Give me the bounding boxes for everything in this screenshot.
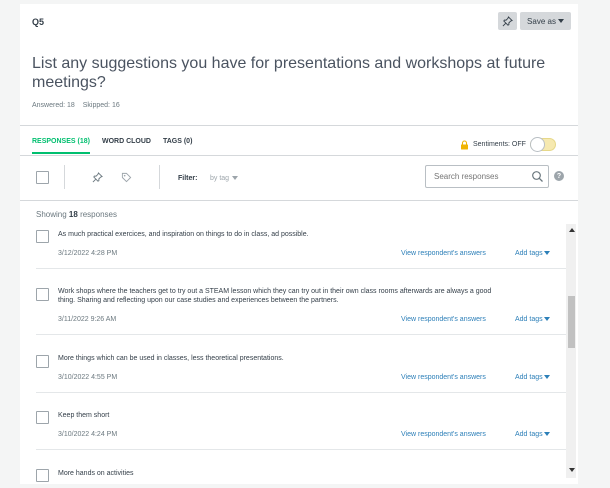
question-title: List any suggestions you have for presen… <box>32 55 546 91</box>
add-tags-label: Add tags <box>515 431 543 438</box>
row-divider <box>36 268 566 269</box>
scroll-thumb[interactable] <box>568 296 575 348</box>
save-as-button[interactable]: Save as <box>520 12 571 30</box>
showing-prefix: Showing <box>36 210 67 219</box>
view-respondent-link[interactable]: View respondent's answers <box>401 250 486 257</box>
response-text: As much practical exercices, and inspira… <box>58 231 309 238</box>
add-tags-label: Add tags <box>515 250 543 257</box>
response-checkbox[interactable] <box>36 411 49 424</box>
row-divider <box>36 449 566 450</box>
response-checkbox[interactable] <box>36 355 49 368</box>
caret-down-icon <box>543 432 550 437</box>
question-card: Q5 Save as List any suggestions you have… <box>20 4 578 484</box>
tab-responses[interactable]: RESPONSES (18) <box>32 138 90 154</box>
response-text: Keep them short <box>58 412 110 419</box>
toolbar-separator <box>64 165 65 189</box>
divider <box>20 125 578 126</box>
answered-count: Answered: 18 <box>32 102 75 109</box>
sentiments-label: Sentiments: OFF <box>473 141 526 148</box>
filter-label: Filter: <box>178 175 198 182</box>
response-date: 3/11/2022 9:26 AM <box>58 316 117 323</box>
showing-count: Showing 18 responses <box>36 210 117 219</box>
sentiments-control: Sentiments: OFF <box>460 137 556 152</box>
tab-tags[interactable]: TAGS (0) <box>163 138 192 154</box>
question-stats: Answered: 18 Skipped: 16 <box>32 102 126 109</box>
add-tags-dropdown[interactable]: Add tags <box>515 316 550 323</box>
toggle-knob <box>529 137 545 152</box>
add-tags-dropdown[interactable]: Add tags <box>515 250 550 257</box>
tab-divider <box>20 155 578 156</box>
search-icon[interactable] <box>531 170 544 183</box>
response-checkbox[interactable] <box>36 230 49 243</box>
scroll-down-arrow-icon[interactable] <box>569 468 575 472</box>
divider <box>20 200 578 201</box>
response-date: 3/10/2022 4:24 PM <box>58 431 118 438</box>
response-checkbox[interactable] <box>36 469 49 482</box>
pin-response-button[interactable] <box>90 170 104 184</box>
sentiments-toggle[interactable] <box>529 137 556 152</box>
caret-down-icon <box>543 251 550 256</box>
row-divider <box>36 334 566 335</box>
showing-suffix: responses <box>80 210 117 219</box>
caret-down-icon <box>232 176 239 181</box>
tag-icon <box>121 172 131 182</box>
tab-bar: RESPONSES (18) WORD CLOUD TAGS (0) <box>32 138 192 154</box>
response-scrollbar[interactable] <box>566 224 576 478</box>
skipped-count: Skipped: 16 <box>82 102 120 109</box>
showing-number: 18 <box>68 210 78 219</box>
filter-by-tag-dropdown[interactable]: by tag <box>210 175 239 182</box>
response-text: More things which can be used in classes… <box>58 355 284 362</box>
response-text: More hands on activities <box>58 470 134 477</box>
response-list: As much practical exercices, and inspira… <box>20 224 566 484</box>
scroll-up-arrow-icon[interactable] <box>569 228 575 232</box>
view-respondent-link[interactable]: View respondent's answers <box>401 316 486 323</box>
caret-down-icon <box>543 375 550 380</box>
toolbar-separator <box>159 165 160 189</box>
caret-down-icon <box>543 317 550 322</box>
save-as-label: Save as <box>527 16 556 26</box>
filter-value: by tag <box>210 175 230 182</box>
response-toolbar: Filter: by tag ? <box>20 157 578 199</box>
help-icon[interactable]: ? <box>554 171 564 181</box>
select-all-checkbox[interactable] <box>36 171 49 184</box>
view-respondent-link[interactable]: View respondent's answers <box>401 374 486 381</box>
pin-button[interactable] <box>498 12 517 30</box>
pin-icon <box>92 171 103 182</box>
add-tags-label: Add tags <box>515 316 543 323</box>
caret-down-icon <box>557 19 564 23</box>
response-date: 3/10/2022 4:55 PM <box>58 374 118 381</box>
pin-icon <box>502 15 513 26</box>
question-number: Q5 <box>32 17 45 27</box>
response-text: Work shops where the teachers get to try… <box>58 288 492 304</box>
tab-word-cloud[interactable]: WORD CLOUD <box>102 138 151 154</box>
add-tags-label: Add tags <box>515 374 543 381</box>
response-date: 3/12/2022 4:28 PM <box>58 250 118 257</box>
tag-response-button[interactable] <box>119 170 133 184</box>
view-respondent-link[interactable]: View respondent's answers <box>401 431 486 438</box>
add-tags-dropdown[interactable]: Add tags <box>515 431 550 438</box>
add-tags-dropdown[interactable]: Add tags <box>515 374 550 381</box>
row-divider <box>36 392 566 393</box>
response-checkbox[interactable] <box>36 288 49 301</box>
lock-icon <box>461 139 468 149</box>
